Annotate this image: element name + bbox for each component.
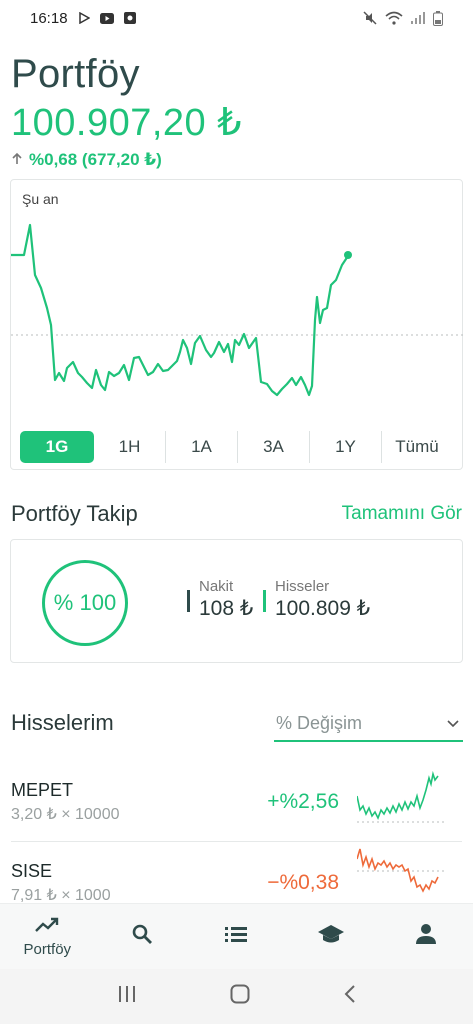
play-store-icon — [78, 12, 90, 24]
stocks-metric: Hisseler 100.809 ₺ — [263, 578, 370, 621]
stocks-label: Hisseler — [275, 578, 330, 595]
portfolio-chart-card: Şu an 1G 1H 1A 3A 1Y Tümü — [10, 179, 464, 470]
graduation-cap-icon — [317, 923, 345, 950]
signal-icon — [411, 12, 425, 24]
holding-sparkline — [357, 770, 447, 823]
stocks-bar — [263, 590, 266, 612]
nav-portfolio-label: Portföy — [23, 940, 72, 958]
nav-learn[interactable] — [284, 923, 379, 950]
cash-bar — [187, 590, 190, 612]
holdings-title: Hisselerim — [11, 710, 114, 735]
portfolio-line-chart[interactable] — [11, 180, 464, 430]
chart-endpoint — [344, 251, 352, 259]
see-all-link[interactable]: Tamamını Gör — [342, 503, 462, 525]
portfolio-line — [11, 223, 349, 397]
cash-metric: Nakit 108 ₺ — [187, 578, 253, 621]
holding-detail: 7,91 ₺ × 1000 — [11, 887, 111, 904]
holding-row-mepet[interactable]: MEPET 3,20 ₺ × 10000 +%2,56 — [0, 770, 473, 850]
nav-portfolio[interactable]: Portföy — [0, 916, 95, 958]
tracking-title: Portföy Takip — [11, 501, 138, 526]
chevron-down-icon — [447, 715, 459, 731]
stocks-value: 100.809 ₺ — [275, 597, 371, 620]
holding-change: +%2,56 — [267, 790, 339, 813]
range-1y-button[interactable]: 1Y — [310, 431, 382, 463]
recent-apps-icon[interactable] — [117, 985, 137, 1008]
sort-dropdown-value: % Değişim — [276, 712, 363, 733]
allocation-ring: % 100 — [42, 560, 128, 646]
nav-search[interactable] — [95, 923, 190, 950]
search-icon — [131, 923, 153, 950]
range-all-button[interactable]: Tümü — [382, 431, 452, 463]
cash-label: Nakit — [199, 578, 234, 595]
allocation-ring-text: % 100 — [53, 590, 117, 615]
row-divider — [11, 841, 462, 842]
trending-up-icon — [34, 916, 60, 939]
range-selector: 1G 1H 1A 3A 1Y Tümü — [20, 431, 460, 463]
list-icon — [224, 924, 248, 949]
arrow-up-icon — [11, 150, 23, 170]
holding-symbol: MEPET — [11, 780, 74, 800]
range-1g-button[interactable]: 1G — [20, 431, 94, 463]
range-3a-button[interactable]: 3A — [238, 431, 310, 463]
youtube-icon — [99, 12, 114, 24]
status-bar: 16:18 — [0, 0, 473, 36]
battery-icon — [433, 10, 443, 26]
app-notification-icon — [123, 12, 136, 24]
page-title: Portföy — [11, 52, 140, 96]
home-icon[interactable] — [230, 984, 250, 1009]
back-icon[interactable] — [343, 984, 357, 1009]
holding-sparkline — [357, 848, 447, 893]
tracking-card[interactable]: % 100 Nakit 108 ₺ Hisseler 100.809 ₺ — [10, 539, 463, 663]
portfolio-change-text: %0,68 (677,20 ₺) — [29, 150, 162, 169]
person-icon — [415, 923, 437, 950]
holding-detail: 3,20 ₺ × 10000 — [11, 806, 120, 823]
mute-icon — [363, 11, 377, 25]
portfolio-value: 100.907,20 ₺ — [11, 102, 242, 144]
nav-list[interactable] — [189, 924, 284, 949]
portfolio-change: %0,68 (677,20 ₺) — [11, 150, 162, 170]
status-time: 16:18 — [30, 9, 68, 27]
range-1a-button[interactable]: 1A — [166, 431, 238, 463]
holding-change: −%0,38 — [267, 871, 339, 894]
bottom-navigation: Portföy — [0, 903, 473, 969]
range-1h-button[interactable]: 1H — [94, 431, 166, 463]
holding-symbol: SISE — [11, 861, 53, 881]
nav-profile[interactable] — [378, 923, 473, 950]
system-navigation — [0, 969, 473, 1024]
cash-value: 108 ₺ — [199, 597, 254, 620]
wifi-icon — [385, 11, 403, 25]
sort-dropdown[interactable]: % Değişim — [274, 706, 463, 742]
